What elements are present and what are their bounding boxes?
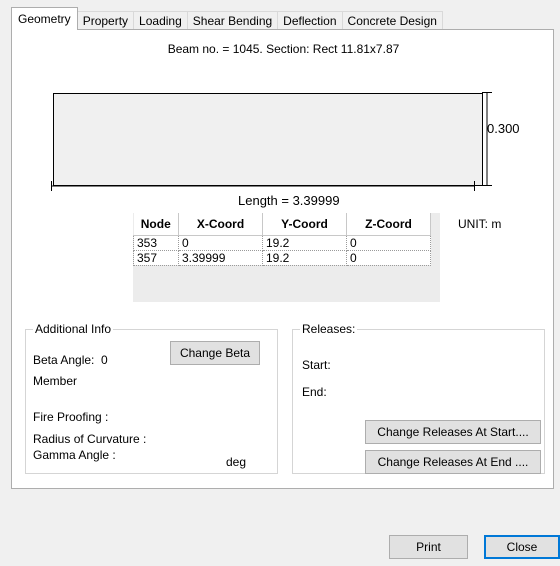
cell-node[interactable]: 353 [133,234,179,251]
tab-shear-bending[interactable]: Shear Bending [186,11,279,30]
close-button[interactable]: Close [484,535,560,559]
column-header-node[interactable]: Node [133,213,179,236]
member-query-dialog: Geometry Property Loading Shear Bending … [0,0,560,566]
fire-proofing-label: Fire Proofing : [33,410,109,424]
coordinates-table: Node X-Coord Y-Coord Z-Coord 353 0 19.2 … [133,213,431,266]
column-header-x-coord[interactable]: X-Coord [178,213,263,236]
releases-title: Releases: [300,322,358,336]
release-start-label: Start: [302,358,331,372]
cell-y-coord[interactable]: 19.2 [262,249,347,266]
change-releases-at-end-button[interactable]: Change Releases At End .... [365,450,541,474]
height-dimension-label: 0.300 [487,121,520,136]
table-row[interactable]: 357 3.39999 19.2 0 [133,249,431,266]
node-coordinates-grid[interactable]: Node X-Coord Y-Coord Z-Coord 353 0 19.2 … [133,213,440,302]
change-beta-button[interactable]: Change Beta [170,341,260,365]
beta-angle-label: Beta Angle: [33,353,95,367]
radius-of-curvature-label: Radius of Curvature : [33,432,147,446]
length-dimension-line [51,181,475,191]
change-releases-at-start-button[interactable]: Change Releases At Start.... [365,420,541,444]
geometry-panel: Beam no. = 1045. Section: Rect 11.81x7.8… [11,29,554,489]
tab-property[interactable]: Property [76,11,135,30]
cell-x-coord[interactable]: 3.39999 [178,249,263,266]
height-dimension-line [482,92,492,186]
column-header-z-coord[interactable]: Z-Coord [346,213,431,236]
member-label: Member [33,374,78,388]
gamma-angle-unit: deg [226,455,247,469]
additional-info-title: Additional Info [33,322,114,336]
tab-deflection[interactable]: Deflection [277,11,343,30]
tab-bar: Geometry Property Loading Shear Bending … [11,7,443,30]
beta-angle-value: 0 [101,353,108,367]
cell-z-coord[interactable]: 0 [346,249,431,266]
beam-section-title: Beam no. = 1045. Section: Rect 11.81x7.8… [167,42,400,56]
tab-geometry[interactable]: Geometry [11,7,78,30]
cell-y-coord[interactable]: 19.2 [262,234,347,251]
unit-label: UNIT: m [458,217,502,231]
tab-concrete-design[interactable]: Concrete Design [341,11,443,30]
print-button[interactable]: Print [389,535,468,559]
cell-z-coord[interactable]: 0 [346,234,431,251]
cell-x-coord[interactable]: 0 [178,234,263,251]
gamma-angle-label: Gamma Angle : [33,448,116,462]
cell-node[interactable]: 357 [133,249,179,266]
column-header-y-coord[interactable]: Y-Coord [262,213,347,236]
release-end-label: End: [302,385,327,399]
length-label: Length = 3.39999 [238,193,340,208]
beam-elevation-drawing [53,93,483,186]
tab-loading[interactable]: Loading [133,11,188,30]
table-row[interactable]: 353 0 19.2 0 [133,234,431,251]
